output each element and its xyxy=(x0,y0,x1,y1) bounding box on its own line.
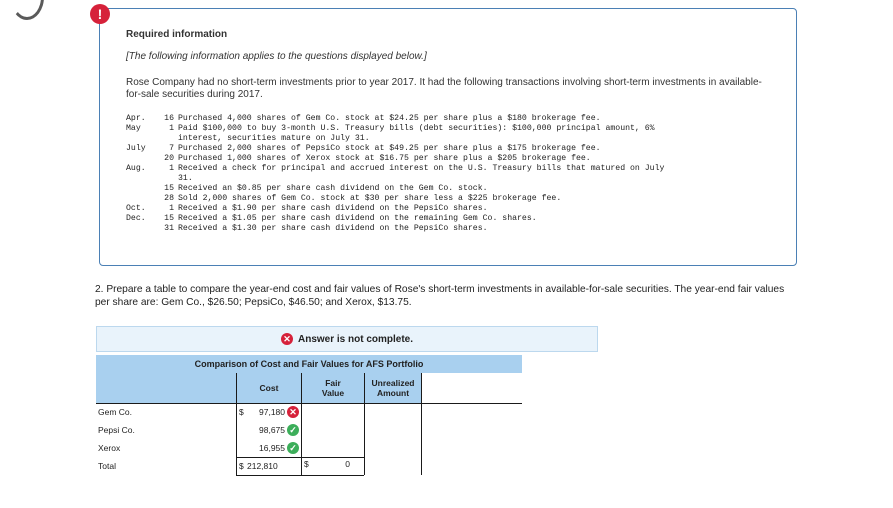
transaction-row: Aug. 1 Received a check for principal and … xyxy=(126,164,786,184)
table-divider xyxy=(236,475,364,476)
table-title: Comparison of Cost and Fair Values for A… xyxy=(96,355,522,373)
tx-day: 15 xyxy=(164,184,174,193)
cost-input-xerox[interactable]: 16,955 ✓ xyxy=(239,441,299,455)
tx-month: May xyxy=(126,124,141,133)
row-label-pepsi: Pepsi Co. xyxy=(98,425,135,435)
transaction-row: 20 Purchased 1,000 shares of Xerox stock … xyxy=(126,154,786,164)
problem-intro: Rose Company had no short-term investmen… xyxy=(126,77,762,100)
tx-day: 16 xyxy=(164,114,174,123)
question-text: 2. Prepare a table to compare the year-e… xyxy=(95,284,785,308)
table-divider xyxy=(301,403,302,475)
tx-day: 7 xyxy=(169,144,174,153)
fair-total-value: 0 xyxy=(345,459,350,469)
transaction-row: May 1 Paid $100,000 to buy 3-month U.S. Tr… xyxy=(126,124,786,144)
tx-text: Received an $0.85 per share cash dividen… xyxy=(178,184,488,193)
tx-day: 1 xyxy=(169,204,174,213)
partial-logo-arc xyxy=(10,0,44,20)
tx-day: 1 xyxy=(169,124,174,133)
correct-icon: ✓ xyxy=(287,442,299,454)
incorrect-icon: ✕ xyxy=(280,333,293,345)
cost-value: 98,675 xyxy=(259,425,285,435)
row-label-gem: Gem Co. xyxy=(98,407,133,417)
transaction-row: Apr. 16 Purchased 4,000 shares of Gem Co. … xyxy=(126,114,786,124)
required-information-title: Required information xyxy=(126,29,228,40)
tx-day: 20 xyxy=(164,154,174,163)
incorrect-icon: ✕ xyxy=(287,406,299,418)
tx-month xyxy=(126,184,160,194)
transactions-list: Apr. 16 Purchased 4,000 shares of Gem Co. … xyxy=(126,114,786,234)
tx-text: Received a check for principal and accru… xyxy=(178,164,665,183)
cost-input-pepsi[interactable]: 98,675 ✓ xyxy=(239,423,299,437)
tx-day: 31 xyxy=(164,224,174,233)
tx-text: Paid $100,000 to buy 3-month U.S. Treasu… xyxy=(178,124,655,143)
cost-value: 97,180 xyxy=(259,407,285,417)
tx-month xyxy=(126,194,160,204)
answer-status-text: Answer is not complete. xyxy=(297,333,414,345)
tx-text: Received a $1.30 per share cash dividend… xyxy=(178,224,488,233)
transaction-row: Oct. 1 Received a $1.90 per share cash div… xyxy=(126,204,786,214)
required-information-subtitle: [The following information applies to th… xyxy=(126,51,427,62)
tx-month: Dec. xyxy=(126,214,146,223)
tx-day: 1 xyxy=(169,164,174,173)
table-divider xyxy=(421,403,422,475)
tx-month xyxy=(126,224,160,234)
tx-month xyxy=(126,154,160,164)
tx-day: 28 xyxy=(164,194,174,203)
tx-month: July xyxy=(126,144,146,153)
cost-value: 16,955 xyxy=(259,443,285,453)
header-blank-cell xyxy=(96,373,236,403)
currency-symbol: $ xyxy=(239,407,244,417)
row-label-total: Total xyxy=(98,461,116,471)
cost-input-gem[interactable]: $ 97,180 ✕ xyxy=(239,405,299,419)
tx-text: Sold 2,000 shares of Gem Co. stock at $3… xyxy=(178,194,562,203)
table-divider xyxy=(96,403,522,404)
header-unrealized-amount: Unrealized Amount xyxy=(364,373,422,403)
tx-text: Received a $1.90 per share cash dividend… xyxy=(178,204,488,213)
transaction-row: July 7 Purchased 2,000 shares of PepsiCo s… xyxy=(126,144,786,154)
answer-status-banner: ✕ Answer is not complete. xyxy=(96,326,598,352)
table-divider xyxy=(236,403,237,475)
table-divider xyxy=(364,403,365,475)
tx-text: Received a $1.05 per share cash dividend… xyxy=(178,214,537,223)
currency-symbol: $ xyxy=(239,461,244,471)
header-cost: Cost xyxy=(236,373,301,403)
tx-text: Purchased 2,000 shares of PepsiCo stock … xyxy=(178,144,601,153)
cost-total-value: 212,810 xyxy=(247,461,278,471)
tx-text: Purchased 4,000 shares of Gem Co. stock … xyxy=(178,114,601,123)
transaction-row: 28 Sold 2,000 shares of Gem Co. stock at … xyxy=(126,194,786,204)
tx-day: 15 xyxy=(164,214,174,223)
fair-value-total[interactable]: $ 0 xyxy=(304,459,360,473)
tx-text: Purchased 1,000 shares of Xerox stock at… xyxy=(178,154,591,163)
transaction-row: Dec. 15 Received a $1.05 per share cash di… xyxy=(126,214,786,224)
table-divider xyxy=(236,457,364,458)
header-fair-value: Fair Value xyxy=(301,373,364,403)
tx-month: Aug. xyxy=(126,164,146,173)
transaction-row: 15 Received an $0.85 per share cash divid… xyxy=(126,184,786,194)
cost-total[interactable]: $ 212,810 xyxy=(239,459,299,473)
tx-month: Oct. xyxy=(126,204,146,213)
alert-icon: ! xyxy=(90,4,110,24)
tx-month: Apr. xyxy=(126,114,146,123)
row-label-xerox: Xerox xyxy=(98,443,121,453)
correct-icon: ✓ xyxy=(287,424,299,436)
transaction-row: 31 Received a $1.30 per share cash divide… xyxy=(126,224,786,234)
